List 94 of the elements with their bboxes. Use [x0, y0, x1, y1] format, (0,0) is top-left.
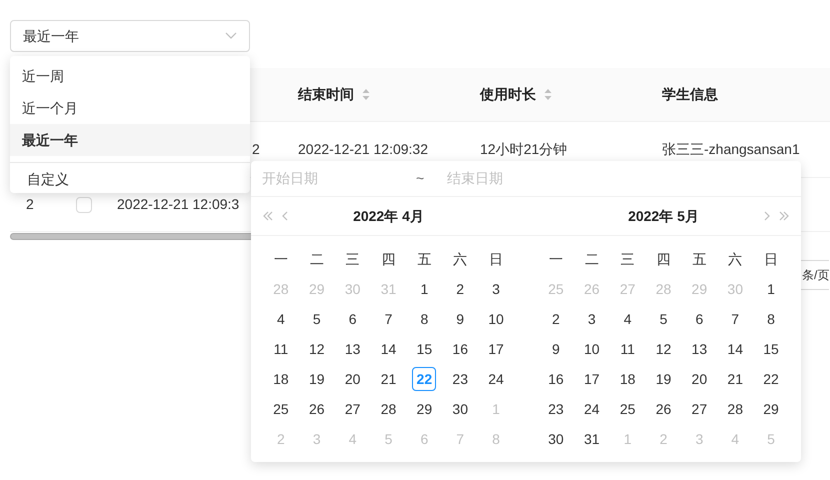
calendar-day[interactable]: 4 [268, 307, 293, 331]
weekday-label: 五 [692, 250, 706, 268]
weekday-label: 三 [620, 250, 635, 268]
calendar-day[interactable]: 7 [723, 307, 748, 331]
calendar-day[interactable]: 1 [759, 277, 784, 301]
calendar-day[interactable]: 17 [580, 367, 604, 391]
calendar-day[interactable]: 10 [580, 337, 604, 361]
dropdown-option[interactable]: 最近一年 [10, 124, 250, 156]
calendar-day[interactable]: 30 [448, 397, 472, 421]
calendar-day[interactable]: 6 [687, 307, 712, 331]
calendar-day[interactable]: 20 [687, 367, 712, 391]
calendar-day[interactable]: 16 [544, 367, 568, 391]
table-cell: 2022-12-21 12:09:3 [117, 196, 240, 212]
weekday-label: 一 [274, 250, 288, 268]
calendar-day[interactable]: 14 [376, 337, 400, 361]
calendar-day[interactable]: 2 [544, 307, 568, 331]
calendar-day[interactable]: 12 [651, 337, 676, 361]
calendar-day[interactable]: 15 [759, 337, 784, 361]
calendar-day[interactable]: 27 [340, 397, 365, 421]
calendar-day[interactable]: 2 [448, 277, 472, 301]
weekday-label: 四 [656, 250, 670, 268]
weekday-label: 六 [453, 250, 468, 268]
weekday-label: 二 [584, 250, 599, 268]
weekday-label: 一 [548, 250, 563, 268]
calendar-day[interactable]: 3 [484, 277, 508, 301]
calendar-day[interactable]: 12 [304, 337, 329, 361]
calendar-day[interactable]: 10 [484, 307, 508, 331]
calendar-day[interactable]: 11 [268, 337, 293, 361]
calendar-day[interactable]: 5 [304, 307, 329, 331]
calendar-day[interactable]: 8 [412, 307, 436, 331]
period-select[interactable]: 最近一年 [10, 20, 250, 52]
calendar-day[interactable]: 9 [544, 337, 568, 361]
dropdown-option[interactable]: 自定义 [10, 169, 250, 189]
month-title[interactable]: 2022年 4月 [353, 206, 424, 226]
calendar-day[interactable]: 25 [268, 397, 293, 421]
calendar-day[interactable]: 31 [580, 427, 604, 451]
column-header: 使用时长 [480, 85, 536, 104]
table-cell: 12小时21分钟 [480, 141, 568, 157]
calendar-day[interactable]: 21 [376, 367, 400, 391]
calendar-day[interactable]: 6 [340, 307, 365, 331]
calendar-day[interactable]: 24 [580, 397, 604, 421]
table-cell: 2 [252, 141, 260, 157]
dropdown-option[interactable]: 近一周 [10, 60, 250, 92]
calendar-day[interactable]: 1 [412, 277, 436, 301]
calendar-day[interactable]: 18 [616, 367, 640, 391]
weekday-label: 二 [310, 250, 324, 268]
calendar-day[interactable]: 22 [759, 367, 784, 391]
calendar-day[interactable]: 28 [376, 397, 400, 421]
calendar-day[interactable]: 29 [412, 397, 436, 421]
calendar-day[interactable]: 28 [723, 397, 748, 421]
calendar-day[interactable]: 15 [412, 337, 436, 361]
calendar-day[interactable]: 30 [544, 427, 568, 451]
calendar-day[interactable]: 18 [268, 367, 293, 391]
calendar-day[interactable]: 16 [448, 337, 472, 361]
table-cell: 张三三-zhangsansan1 [662, 141, 800, 157]
calendar-day[interactable]: 17 [484, 337, 508, 361]
calendar-day[interactable]: 13 [687, 337, 712, 361]
calendar-day[interactable]: 13 [340, 337, 365, 361]
weekday-label: 日 [489, 250, 504, 268]
column-header: 结束时间 [298, 85, 354, 104]
calendar-day[interactable]: 3 [580, 307, 604, 331]
dropdown-option[interactable]: 近一个月 [10, 92, 250, 124]
range-separator: ~ [416, 169, 426, 188]
calendar-day[interactable]: 11 [616, 337, 640, 361]
weekday-label: 四 [381, 250, 396, 268]
calendar-day[interactable]: 21 [723, 367, 748, 391]
weekday-label: 六 [728, 250, 742, 268]
weekday-label: 五 [417, 250, 432, 268]
double-right-icon[interactable] [778, 211, 789, 221]
calendar-day[interactable]: 23 [544, 397, 568, 421]
calendar-day[interactable]: 9 [448, 307, 472, 331]
calendar-day[interactable]: 24 [484, 367, 508, 391]
calendar-day[interactable]: 26 [304, 397, 329, 421]
calendar-day[interactable]: 20 [340, 367, 365, 391]
calendar-day[interactable]: 29 [759, 397, 784, 421]
calendar-day[interactable]: 23 [448, 367, 472, 391]
calendar-day[interactable]: 5 [651, 307, 676, 331]
calendar-day[interactable]: 25 [616, 397, 640, 421]
calendar-day[interactable]: 27 [687, 397, 712, 421]
calendar-day[interactable]: 8 [759, 307, 784, 331]
calendar-day[interactable]: 7 [376, 307, 400, 331]
calendar-day[interactable]: 14 [723, 337, 748, 361]
calendar-day[interactable]: 26 [651, 397, 676, 421]
calendar-day[interactable]: 19 [651, 367, 676, 391]
table-cell: 2022-12-21 12:09:32 [298, 141, 428, 157]
row-checkbox[interactable] [76, 196, 92, 212]
calendar-day[interactable]: 19 [304, 367, 329, 391]
double-left-icon[interactable] [263, 211, 273, 221]
table-cell: 2 [26, 196, 34, 212]
weekday-label: 三 [346, 250, 360, 268]
column-header: 学生信息 [662, 85, 718, 104]
weekday-label: 日 [764, 250, 778, 268]
month-title[interactable]: 2022年 5月 [628, 206, 699, 226]
calendar-day[interactable]: 4 [616, 307, 640, 331]
